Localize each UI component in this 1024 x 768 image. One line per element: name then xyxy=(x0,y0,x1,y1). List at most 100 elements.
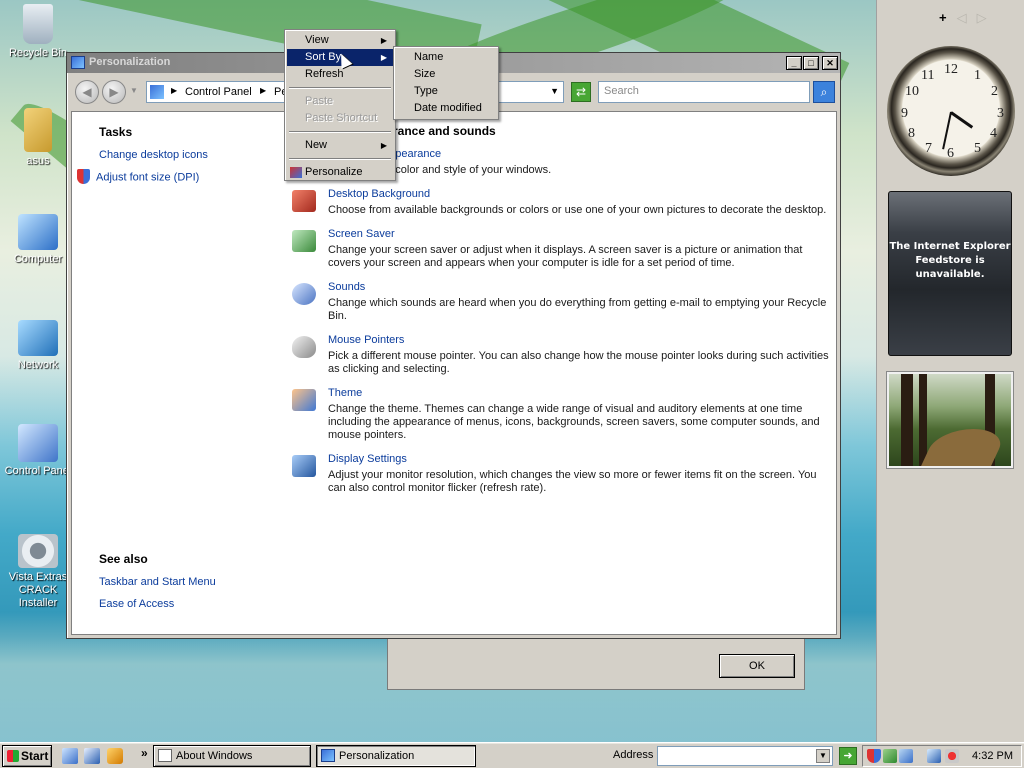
ease-of-access-link[interactable]: Ease of Access xyxy=(99,598,279,610)
adjust-font-size-link[interactable]: Adjust font size (DPI) xyxy=(77,169,279,184)
forward-button[interactable]: ▶ xyxy=(102,80,126,104)
see-also-panel: See also Taskbar and Start Menu Ease of … xyxy=(99,552,279,620)
desktop-icon-recycle-bin[interactable]: Recycle Bin xyxy=(0,4,76,60)
recent-pages-button[interactable]: ▼ xyxy=(129,80,139,104)
mouse-pointer-icon xyxy=(292,336,316,358)
screen-saver-link[interactable]: Screen Saver xyxy=(328,228,832,240)
window-color-link[interactable]: and Appearance xyxy=(328,148,832,160)
windows-logo-icon xyxy=(7,750,19,762)
slideshow-gadget[interactable] xyxy=(887,372,1013,468)
feed-headlines-gadget[interactable]: The Internet Explorer Feedstore is unava… xyxy=(888,191,1012,356)
forest-tree xyxy=(919,374,927,466)
go-button[interactable]: ➜ xyxy=(839,747,857,765)
option-theme: Theme Change the theme. Themes can chang… xyxy=(292,387,832,442)
security-center-icon[interactable] xyxy=(883,749,897,763)
search-input[interactable]: Search xyxy=(598,81,810,103)
sounds-link[interactable]: Sounds xyxy=(328,281,832,293)
breadcrumb-control-panel[interactable]: Control Panel xyxy=(185,86,252,98)
clock-number: 9 xyxy=(901,106,908,121)
clock-number: 2 xyxy=(991,84,998,99)
ok-button[interactable]: OK xyxy=(719,654,795,678)
menu-item-label: Type xyxy=(414,85,438,97)
clock-gadget[interactable]: 12 1 2 3 4 5 6 7 8 9 10 11 xyxy=(887,46,1015,176)
search-button[interactable]: ⌕ xyxy=(813,81,835,103)
mouse-pointers-link[interactable]: Mouse Pointers xyxy=(328,334,832,346)
menu-item-paste[interactable]: Paste xyxy=(287,93,393,110)
minimize-button[interactable]: _ xyxy=(786,56,802,70)
network-icon xyxy=(18,320,58,356)
menu-item-new[interactable]: New ▶ xyxy=(287,137,393,154)
system-clock[interactable]: 4:32 PM xyxy=(972,750,1013,762)
next-gadgets-button[interactable]: ▷ xyxy=(977,10,997,25)
recycle-bin-icon xyxy=(23,4,53,44)
address-toolbar-label: Address xyxy=(613,749,654,761)
desktop-icon-computer[interactable]: Computer xyxy=(0,214,76,266)
computer-icon xyxy=(18,214,58,250)
volume-muted-icon[interactable] xyxy=(945,749,959,763)
close-button[interactable]: ✕ xyxy=(822,56,838,70)
refresh-arrows-icon: ⇄ xyxy=(575,85,587,99)
network-status-icon[interactable] xyxy=(927,749,941,763)
menu-separator xyxy=(289,158,391,160)
quick-launch-chevron[interactable]: » xyxy=(141,746,148,760)
previous-gadgets-button[interactable]: ◁ xyxy=(957,10,977,25)
back-button[interactable]: ◀ xyxy=(75,80,99,104)
desktop-icon-asus[interactable]: asus xyxy=(0,108,76,168)
taskbar-button-about-windows[interactable]: About Windows xyxy=(153,745,311,767)
personalization-icon xyxy=(321,749,335,762)
adjust-font-size-label: Adjust font size (DPI) xyxy=(96,171,200,184)
taskbar-start-menu-link[interactable]: Taskbar and Start Menu xyxy=(99,576,279,588)
desktop-icon-control-panel[interactable]: Control Panel xyxy=(0,424,76,478)
clock-number: 11 xyxy=(921,68,935,83)
personalization-window: Personalization _ □ ✕ ◀ ▶ ▼ ▶ Control Pa… xyxy=(66,52,841,639)
sort-by-name[interactable]: Name xyxy=(396,49,496,66)
windows-defender-icon[interactable] xyxy=(899,749,913,763)
notification-area: 4:32 PM xyxy=(862,745,1022,767)
display-settings-link[interactable]: Display Settings xyxy=(328,453,832,465)
forest-tree xyxy=(901,374,913,466)
menu-item-personalize[interactable]: Personalize xyxy=(287,164,393,181)
forward-arrow-icon: ▶ xyxy=(109,85,119,99)
change-desktop-icons-link[interactable]: Change desktop icons xyxy=(99,149,279,161)
sort-by-size[interactable]: Size xyxy=(396,66,496,83)
taskbar-button-label: About Windows xyxy=(176,750,253,762)
screen-saver-icon xyxy=(292,230,316,252)
desktop-icon-label: asus xyxy=(26,155,50,167)
option-display-settings: Display Settings Adjust your monitor res… xyxy=(292,453,832,495)
theme-link[interactable]: Theme xyxy=(328,387,832,399)
taskbar: Start » About Windows Personalization Ad… xyxy=(0,742,1024,768)
maximize-button[interactable]: □ xyxy=(803,56,819,70)
desktop-icon-installer[interactable]: Vista Extras CRACK Installer xyxy=(0,534,76,610)
add-gadget-button[interactable]: + xyxy=(939,10,957,25)
desktop-background-link[interactable]: Desktop Background xyxy=(328,188,832,200)
menu-item-paste-shortcut[interactable]: Paste Shortcut xyxy=(287,110,393,127)
taskbar-button-personalization[interactable]: Personalization xyxy=(316,745,476,767)
menu-item-label: Paste xyxy=(305,95,334,107)
menu-item-label: Refresh xyxy=(305,68,344,80)
menu-item-label: Date modified xyxy=(414,102,482,114)
menu-item-refresh[interactable]: Refresh xyxy=(287,66,393,83)
show-desktop-icon[interactable] xyxy=(62,748,78,764)
option-description: Change which sounds are heard when you d… xyxy=(328,297,827,322)
refresh-button[interactable]: ⇄ xyxy=(571,82,591,102)
clock-number: 7 xyxy=(925,141,932,156)
media-player-icon[interactable] xyxy=(107,748,123,764)
theme-icon xyxy=(292,389,316,411)
sort-by-date-modified[interactable]: Date modified xyxy=(396,100,496,117)
switch-windows-icon[interactable] xyxy=(84,748,100,764)
windows-sidebar: +◁▷ 12 1 2 3 4 5 6 7 8 9 10 11 The Inter… xyxy=(876,0,1024,742)
content-pane: Tasks Change desktop icons Adjust font s… xyxy=(71,111,837,635)
tasks-heading: Tasks xyxy=(99,125,133,139)
chevron-down-icon[interactable]: ▼ xyxy=(550,86,559,96)
menu-item-label: New xyxy=(305,139,328,151)
address-toolbar-input[interactable]: ▼ xyxy=(657,746,833,766)
desktop-icon-network[interactable]: Network xyxy=(0,320,76,372)
chevron-down-icon[interactable]: ▼ xyxy=(816,749,830,763)
start-button[interactable]: Start xyxy=(2,745,52,767)
window-title: Personalization xyxy=(89,56,171,68)
about-windows-dialog: OK xyxy=(387,638,805,690)
option-description: Fine tune the color and style of your wi… xyxy=(328,164,552,176)
sort-by-type[interactable]: Type xyxy=(396,83,496,100)
menu-item-view[interactable]: View ▶ xyxy=(287,32,393,49)
security-shield-icon[interactable] xyxy=(867,749,881,763)
